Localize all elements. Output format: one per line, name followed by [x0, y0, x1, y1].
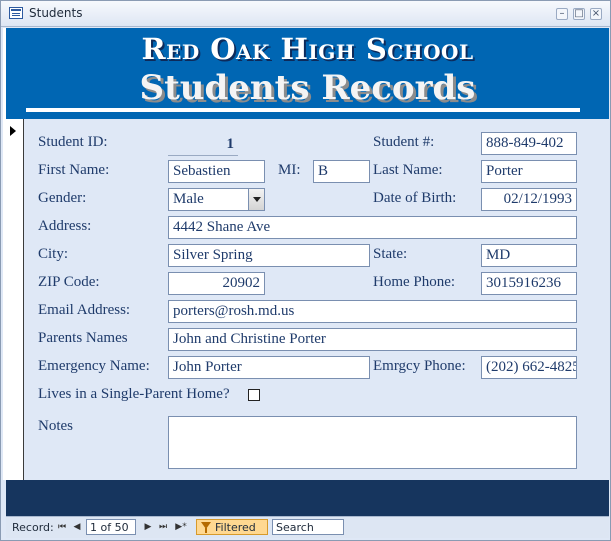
parents-names-field[interactable]: John and Christine Porter: [168, 328, 577, 351]
filtered-label: Filtered: [215, 521, 256, 534]
emergency-name-label: Emergency Name:: [38, 358, 150, 374]
first-record-icon[interactable]: ⏮: [56, 520, 68, 534]
record-label: Record:: [12, 521, 54, 534]
first-name-label: First Name:: [38, 162, 110, 178]
notes-field[interactable]: [168, 416, 577, 469]
form-footer: [6, 480, 609, 516]
restore-button[interactable]: □: [573, 8, 585, 20]
single-parent-label: Lives in a Single-Parent Home?: [38, 386, 230, 402]
gender-value: Male: [173, 191, 204, 207]
middle-initial-label: MI:: [278, 162, 301, 178]
form-header: Red Oak High School Students Records: [6, 28, 609, 119]
home-phone-label: Home Phone:: [373, 274, 456, 290]
previous-record-icon[interactable]: ◀: [71, 520, 83, 534]
new-record-icon[interactable]: ▶*: [172, 520, 190, 534]
zip-code-label: ZIP Code:: [38, 274, 100, 290]
emergency-phone-label: Emrgcy Phone:: [373, 358, 466, 374]
date-of-birth-field[interactable]: 02/12/1993: [481, 188, 577, 211]
single-parent-checkbox[interactable]: [248, 389, 260, 401]
state-label: State:: [373, 246, 408, 262]
student-number-field[interactable]: 888-849-402: [481, 132, 577, 155]
last-name-field[interactable]: Porter: [481, 160, 577, 183]
window-title: Students: [29, 6, 83, 20]
parents-names-label: Parents Names: [38, 330, 128, 346]
title-bar: Students – □ ×: [1, 1, 610, 27]
student-id-label: Student ID:: [38, 134, 108, 150]
last-name-label: Last Name:: [373, 162, 443, 178]
home-phone-field[interactable]: 3015916236: [481, 272, 577, 295]
form-icon: [9, 7, 23, 19]
header-divider: [26, 108, 580, 112]
last-record-icon[interactable]: ⏭: [157, 520, 169, 534]
form-title: Students Records: [139, 68, 476, 108]
zip-code-field[interactable]: 20902: [168, 272, 265, 295]
gender-select[interactable]: Male: [168, 188, 265, 211]
date-of-birth-label: Date of Birth:: [373, 190, 457, 206]
gender-label: Gender:: [38, 190, 87, 206]
current-record-arrow-icon: [10, 126, 16, 136]
form-detail: Student ID: 1 Student #: 888-849-402 Fir…: [25, 119, 609, 480]
minimize-button[interactable]: –: [556, 8, 568, 20]
student-number-label: Student #:: [373, 134, 435, 150]
close-button[interactable]: ×: [590, 8, 602, 20]
address-field[interactable]: 4442 Shane Ave: [168, 216, 577, 239]
student-id-field[interactable]: 1: [168, 134, 238, 156]
next-record-icon[interactable]: ▶: [142, 520, 154, 534]
search-input[interactable]: Search: [272, 519, 344, 535]
first-name-field[interactable]: Sebastien: [168, 160, 265, 183]
address-label: Address:: [38, 218, 92, 234]
record-position-field[interactable]: 1 of 50: [86, 519, 136, 535]
city-field[interactable]: Silver Spring: [168, 244, 370, 267]
email-address-field[interactable]: porters@rosh.md.us: [168, 300, 577, 323]
filtered-toggle-button[interactable]: Filtered: [196, 519, 268, 535]
city-label: City:: [38, 246, 69, 262]
record-navigation-bar: Record: ⏮ ◀ 1 of 50 ▶ ⏭ ▶* Filtered Sear…: [6, 516, 609, 538]
filter-funnel-icon: [201, 522, 211, 533]
middle-initial-field[interactable]: B: [313, 160, 370, 183]
students-form-window: Students – □ × Red Oak High School Stude…: [0, 0, 611, 541]
school-name: Red Oak High School: [141, 32, 474, 66]
emergency-phone-field[interactable]: (202) 662-4825: [481, 356, 577, 379]
state-field[interactable]: MD: [481, 244, 577, 267]
chevron-down-icon[interactable]: [248, 189, 264, 210]
email-address-label: Email Address:: [38, 302, 131, 318]
emergency-name-field[interactable]: John Porter: [168, 356, 370, 379]
notes-label: Notes: [38, 418, 73, 434]
